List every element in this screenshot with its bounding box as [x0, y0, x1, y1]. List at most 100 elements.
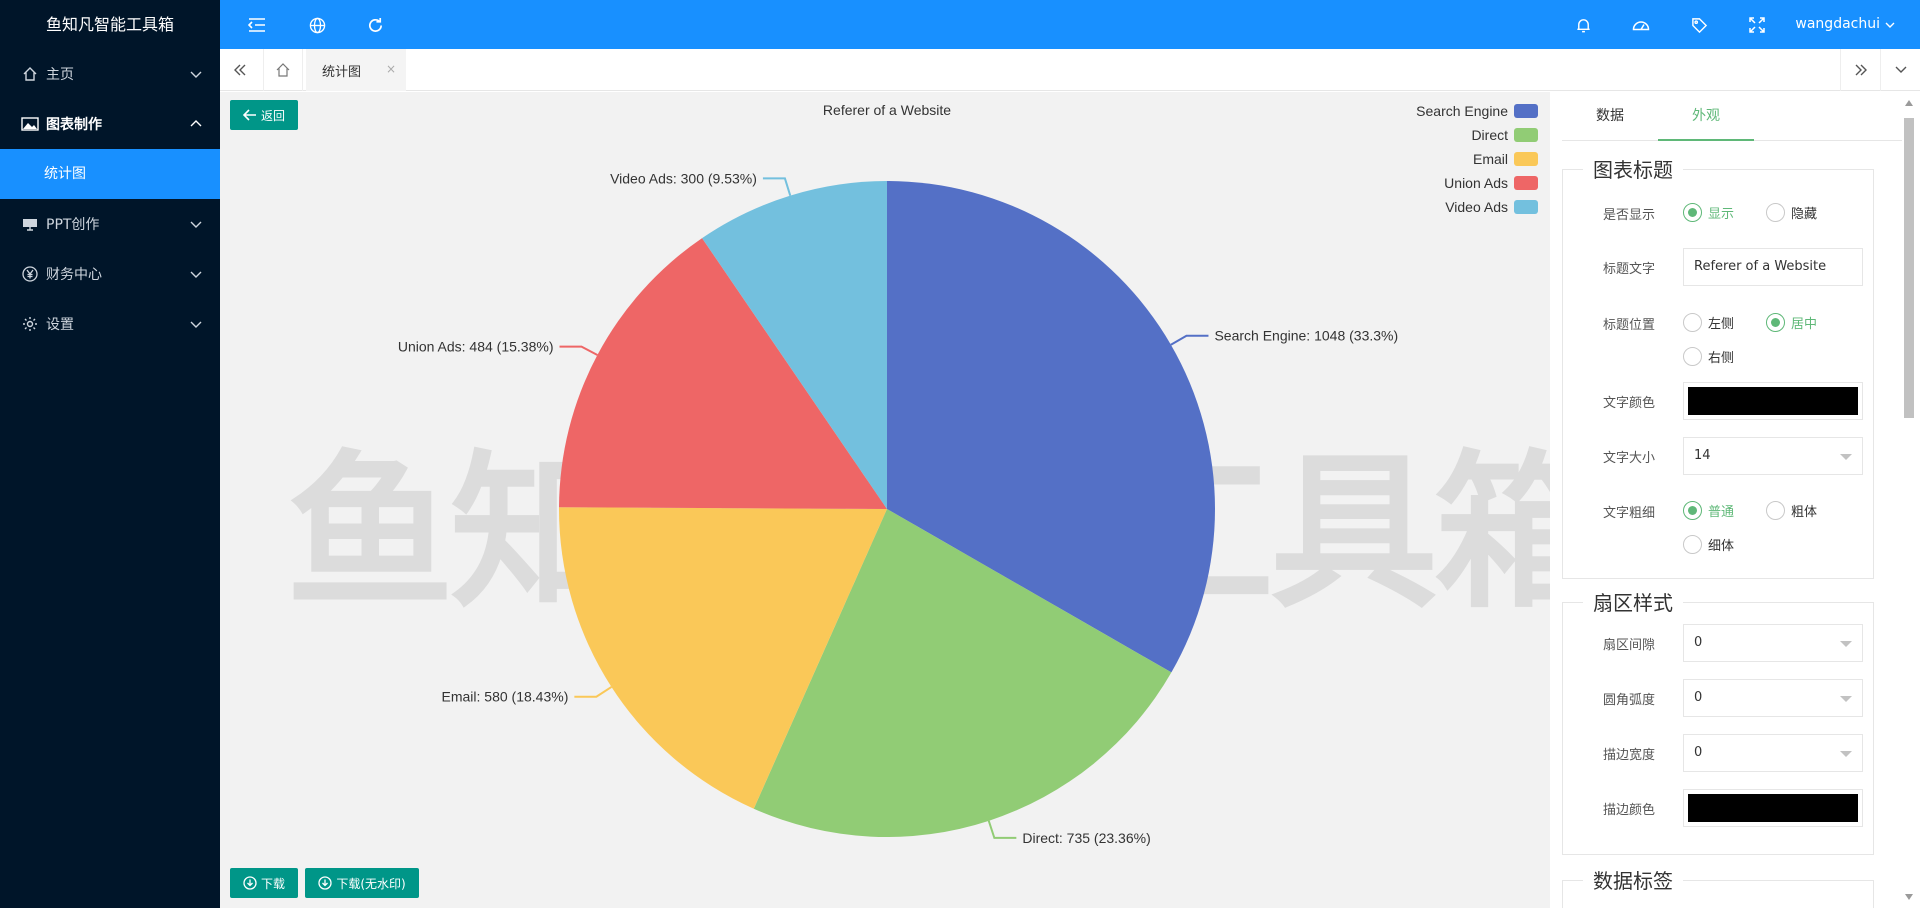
download-icon	[243, 876, 257, 890]
sidebar-item-label: 设置	[46, 317, 74, 333]
chevron-down-icon	[190, 221, 202, 228]
arrow-left-icon	[242, 109, 256, 121]
tab-appearance[interactable]: 外观	[1658, 92, 1754, 141]
scroll-up-icon[interactable]	[1905, 100, 1913, 106]
data-label: Email: 580 (18.43%)	[442, 689, 569, 705]
dropdown-arrow-icon	[1840, 641, 1852, 647]
user-menu[interactable]: wangdachui	[1795, 0, 1896, 49]
legend-swatch[interactable]	[1514, 176, 1538, 190]
download-no-watermark-label: 下载(无水印)	[336, 876, 406, 891]
fullscreen-icon[interactable]	[1744, 12, 1770, 38]
tab-scroll-left-icon[interactable]	[220, 49, 260, 91]
border-width-select[interactable]: 0	[1683, 734, 1863, 772]
sector-gap-select[interactable]: 0	[1683, 624, 1863, 662]
sidebar-item-finance[interactable]: 财务中心	[0, 249, 220, 299]
label-leader-line	[762, 177, 792, 196]
radio-light[interactable]: 细体	[1683, 535, 1734, 554]
username: wangdachui	[1795, 16, 1880, 32]
pie-chart[interactable]: Referer of a Website Search Engine: 1048…	[220, 92, 1550, 908]
chevron-down-icon	[190, 321, 202, 328]
radio-label: 细体	[1708, 539, 1735, 554]
field-label: 标题位置	[1602, 318, 1655, 333]
radio-center[interactable]: 居中	[1766, 313, 1817, 332]
data-label: Search Engine: 1048 (33.3%)	[1214, 328, 1398, 344]
title-text-input[interactable]: Referer of a Website	[1683, 248, 1863, 286]
radio-normal[interactable]: 普通	[1683, 501, 1734, 520]
radio-show[interactable]: 显示	[1683, 203, 1734, 222]
field-label: 标题文字	[1602, 262, 1655, 277]
presentation-icon	[20, 214, 40, 234]
section-title: 扇区样式	[1583, 591, 1683, 615]
home-icon	[20, 64, 40, 84]
image-icon	[20, 114, 40, 134]
border-color-picker[interactable]	[1683, 789, 1863, 827]
title-size-select[interactable]: 14	[1683, 437, 1863, 475]
tab-data[interactable]: 数据	[1562, 92, 1658, 141]
radio-label: 显示	[1708, 207, 1735, 222]
legend-item-label[interactable]: Video Ads	[1445, 199, 1508, 215]
title-color-picker[interactable]	[1683, 382, 1863, 420]
radio-left[interactable]: 左侧	[1683, 313, 1734, 332]
field-label: 是否显示	[1602, 208, 1655, 223]
back-button[interactable]: 返回	[230, 100, 298, 130]
scrollbar-thumb[interactable]	[1904, 118, 1914, 418]
refresh-icon[interactable]	[362, 12, 388, 38]
tab-stats-chart[interactable]: 统计图 ×	[306, 49, 406, 91]
title-weight-row: 文字粗细 普通 粗体 细体	[1563, 492, 1875, 554]
legend-swatch[interactable]	[1514, 200, 1538, 214]
select-value: 0	[1694, 690, 1703, 705]
legend-swatch[interactable]	[1514, 152, 1538, 166]
bell-icon[interactable]	[1570, 12, 1596, 38]
radio-label: 右侧	[1708, 351, 1735, 366]
color-swatch	[1688, 794, 1858, 822]
sidebar-subitem-stats-chart[interactable]: 统计图	[0, 149, 220, 199]
tab-label: 统计图	[322, 64, 362, 80]
field-label: 圆角弧度	[1602, 693, 1655, 708]
download-no-watermark-button[interactable]: 下载(无水印)	[305, 868, 419, 898]
label-leader-line	[1170, 334, 1209, 346]
download-button[interactable]: 下载	[230, 868, 298, 898]
field-label: 文字大小	[1602, 451, 1655, 466]
scroll-down-icon[interactable]	[1905, 894, 1913, 900]
theme-palette-icon[interactable]	[1628, 12, 1654, 38]
select-value: 14	[1694, 448, 1711, 463]
legend-swatch[interactable]	[1514, 104, 1538, 118]
chevron-down-icon	[190, 271, 202, 278]
radio-hide[interactable]: 隐藏	[1766, 203, 1817, 222]
radio-label: 左侧	[1708, 317, 1735, 332]
legend-item-label[interactable]: Union Ads	[1444, 175, 1508, 191]
radio-right[interactable]: 右侧	[1683, 347, 1734, 366]
legend-item-label[interactable]: Search Engine	[1416, 103, 1508, 119]
globe-icon[interactable]	[304, 12, 330, 38]
radio-bold[interactable]: 粗体	[1766, 501, 1817, 520]
sidebar-item-home[interactable]: 主页	[0, 49, 220, 99]
legend-item-label[interactable]: Direct	[1471, 127, 1508, 143]
chevron-up-icon	[190, 120, 202, 127]
radio-label: 隐藏	[1791, 207, 1818, 222]
yen-icon	[20, 264, 40, 284]
legend-swatch[interactable]	[1514, 128, 1538, 142]
tag-icon[interactable]	[1686, 12, 1712, 38]
back-label: 返回	[260, 108, 285, 123]
sidebar-item-settings[interactable]: 设置	[0, 299, 220, 349]
home-tab-icon[interactable]	[263, 49, 303, 91]
corner-radius-select[interactable]: 0	[1683, 679, 1863, 717]
app-logo: 鱼知凡智能工具箱	[45, 15, 174, 34]
title-settings-section: 图表标题 是否显示 显示 隐藏 标题文字 Referer of a Websit…	[1562, 158, 1875, 579]
sidebar-item-charts[interactable]: 图表制作	[0, 99, 220, 149]
sidebar-item-ppt[interactable]: PPT创作	[0, 199, 220, 249]
sidebar-item-label: 图表制作	[46, 117, 102, 133]
sidebar-item-label: 财务中心	[46, 267, 102, 283]
close-icon[interactable]: ×	[386, 62, 396, 76]
tab-menu-dropdown-icon[interactable]	[1880, 49, 1920, 91]
dropdown-arrow-icon	[1840, 454, 1852, 460]
top-header: wangdachui	[220, 0, 1920, 49]
tab-scroll-right-icon[interactable]	[1840, 49, 1880, 91]
panel-scrollbar[interactable]	[1904, 100, 1914, 900]
select-value: 0	[1694, 745, 1703, 760]
settings-panel: 数据 外观 图表标题 是否显示 显示 隐藏 标题文字 Referer of a …	[1550, 92, 1920, 908]
menu-toggle-icon[interactable]	[244, 12, 270, 38]
legend-item-label[interactable]: Email	[1473, 151, 1508, 167]
select-value: 0	[1694, 635, 1703, 650]
field-label: 扇区间隙	[1602, 638, 1655, 653]
